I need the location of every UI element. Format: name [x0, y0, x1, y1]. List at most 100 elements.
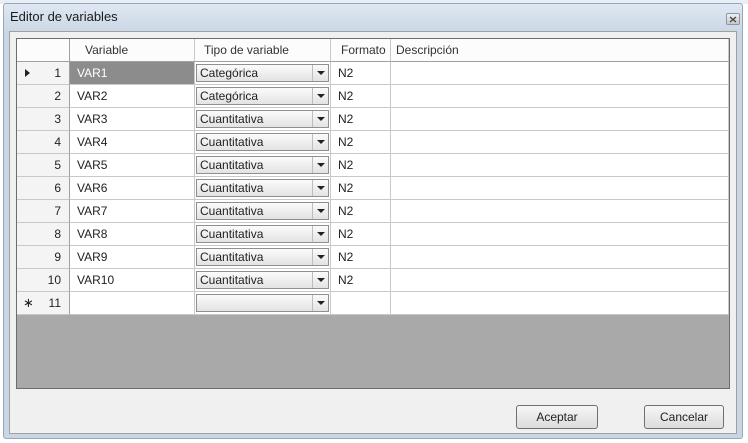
cancel-button[interactable]: Cancelar [644, 405, 724, 429]
formato-cell[interactable]: N2 [331, 85, 391, 108]
tipo-value: Cuantitativa [200, 250, 264, 264]
row-number: 4 [54, 135, 61, 149]
row-number: 7 [54, 204, 61, 218]
tipo-dropdown[interactable]: Cuantitativa [196, 271, 329, 289]
column-header-descripcion[interactable]: Descripción [391, 39, 729, 62]
row-header[interactable]: ∗ 11 [17, 292, 70, 315]
tipo-dropdown[interactable]: Cuantitativa [196, 225, 329, 243]
column-header-tipo[interactable]: Tipo de variable [195, 39, 331, 62]
tipo-cell[interactable] [195, 292, 331, 315]
tipo-cell[interactable]: Cuantitativa [195, 108, 331, 131]
chevron-down-icon[interactable] [312, 180, 328, 196]
descripcion-cell[interactable] [391, 200, 729, 223]
variable-cell[interactable]: VAR10 [70, 269, 195, 292]
chevron-down-icon[interactable] [312, 226, 328, 242]
row-number: 9 [54, 250, 61, 264]
column-header-formato[interactable]: Formato [331, 39, 391, 62]
chevron-down-icon[interactable] [312, 272, 328, 288]
row-header[interactable]: 5 [17, 154, 70, 177]
close-button[interactable] [726, 13, 740, 25]
row-header[interactable]: 10 [17, 269, 70, 292]
chevron-down-icon[interactable] [312, 295, 328, 311]
formato-cell[interactable]: N2 [331, 108, 391, 131]
tipo-dropdown[interactable]: Cuantitativa [196, 156, 329, 174]
table-row[interactable]: 2 VAR2 Categórica N2 [17, 85, 729, 108]
variable-cell[interactable]: VAR6 [70, 177, 195, 200]
chevron-down-icon[interactable] [312, 65, 328, 81]
variable-cell[interactable]: VAR2 [70, 85, 195, 108]
row-header[interactable]: 4 [17, 131, 70, 154]
formato-cell[interactable]: N2 [331, 131, 391, 154]
chevron-down-icon[interactable] [312, 111, 328, 127]
tipo-cell[interactable]: Categórica [195, 62, 331, 85]
table-row[interactable]: 9 VAR9 Cuantitativa N2 [17, 246, 729, 269]
descripcion-cell[interactable] [391, 223, 729, 246]
variable-cell[interactable]: VAR5 [70, 154, 195, 177]
variable-cell[interactable]: VAR7 [70, 200, 195, 223]
descripcion-cell[interactable] [391, 85, 729, 108]
descripcion-cell[interactable] [391, 246, 729, 269]
row-header[interactable]: 1 [17, 62, 70, 85]
table-row[interactable]: 3 VAR3 Cuantitativa N2 [17, 108, 729, 131]
tipo-cell[interactable]: Cuantitativa [195, 223, 331, 246]
descripcion-cell[interactable] [391, 62, 729, 85]
chevron-down-icon[interactable] [312, 203, 328, 219]
tipo-cell[interactable]: Cuantitativa [195, 177, 331, 200]
row-header[interactable]: 7 [17, 200, 70, 223]
formato-cell[interactable]: N2 [331, 223, 391, 246]
table-row[interactable]: 10 VAR10 Cuantitativa N2 [17, 269, 729, 292]
tipo-dropdown[interactable]: Categórica [196, 87, 329, 105]
tipo-dropdown[interactable] [196, 294, 329, 312]
row-header[interactable]: 8 [17, 223, 70, 246]
table-row[interactable]: 8 VAR8 Cuantitativa N2 [17, 223, 729, 246]
chevron-down-icon[interactable] [312, 249, 328, 265]
formato-cell[interactable]: N2 [331, 154, 391, 177]
accept-button[interactable]: Aceptar [516, 405, 598, 429]
tipo-dropdown[interactable]: Cuantitativa [196, 202, 329, 220]
variable-cell[interactable]: VAR3 [70, 108, 195, 131]
column-header-variable[interactable]: Variable [70, 39, 195, 62]
tipo-cell[interactable]: Categórica [195, 85, 331, 108]
tipo-cell[interactable]: Cuantitativa [195, 200, 331, 223]
tipo-cell[interactable]: Cuantitativa [195, 269, 331, 292]
chevron-down-icon[interactable] [312, 134, 328, 150]
row-header[interactable]: 3 [17, 108, 70, 131]
row-header[interactable]: 2 [17, 85, 70, 108]
descripcion-cell[interactable] [391, 177, 729, 200]
formato-cell[interactable]: N2 [331, 200, 391, 223]
descripcion-cell[interactable] [391, 269, 729, 292]
variable-cell[interactable]: VAR4 [70, 131, 195, 154]
table-row[interactable]: 1 VAR1 Categórica N2 [17, 62, 729, 85]
tipo-cell[interactable]: Cuantitativa [195, 131, 331, 154]
variable-cell[interactable] [70, 292, 195, 315]
close-icon [729, 16, 737, 23]
formato-cell[interactable] [331, 292, 391, 315]
table-row[interactable]: 5 VAR5 Cuantitativa N2 [17, 154, 729, 177]
row-header[interactable]: 9 [17, 246, 70, 269]
tipo-dropdown[interactable]: Cuantitativa [196, 133, 329, 151]
variable-cell[interactable]: VAR8 [70, 223, 195, 246]
new-row[interactable]: ∗ 11 [17, 292, 729, 315]
formato-cell[interactable]: N2 [331, 269, 391, 292]
table-row[interactable]: 4 VAR4 Cuantitativa N2 [17, 131, 729, 154]
tipo-dropdown[interactable]: Cuantitativa [196, 179, 329, 197]
row-header[interactable]: 6 [17, 177, 70, 200]
descripcion-cell[interactable] [391, 131, 729, 154]
formato-cell[interactable]: N2 [331, 62, 391, 85]
variable-cell[interactable]: VAR9 [70, 246, 195, 269]
formato-cell[interactable]: N2 [331, 177, 391, 200]
tipo-cell[interactable]: Cuantitativa [195, 154, 331, 177]
tipo-dropdown[interactable]: Cuantitativa [196, 248, 329, 266]
formato-cell[interactable]: N2 [331, 246, 391, 269]
variable-cell[interactable]: VAR1 [70, 62, 195, 85]
table-row[interactable]: 6 VAR6 Cuantitativa N2 [17, 177, 729, 200]
descripcion-cell[interactable] [391, 154, 729, 177]
tipo-dropdown[interactable]: Cuantitativa [196, 110, 329, 128]
chevron-down-icon[interactable] [312, 88, 328, 104]
tipo-dropdown[interactable]: Categórica [196, 64, 329, 82]
table-row[interactable]: 7 VAR7 Cuantitativa N2 [17, 200, 729, 223]
descripcion-cell[interactable] [391, 108, 729, 131]
descripcion-cell[interactable] [391, 292, 729, 315]
tipo-cell[interactable]: Cuantitativa [195, 246, 331, 269]
chevron-down-icon[interactable] [312, 157, 328, 173]
